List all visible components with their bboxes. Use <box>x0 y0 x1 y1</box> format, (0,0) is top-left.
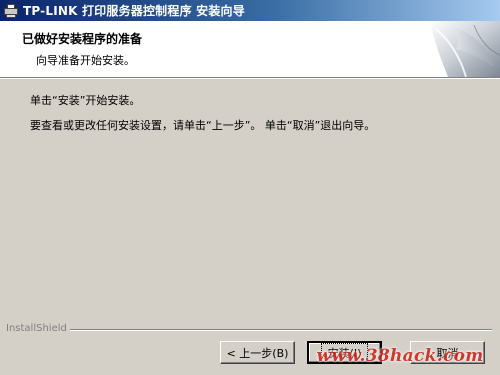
printer-icon <box>3 3 19 19</box>
title-bar[interactable]: TP-LINK 打印服务器控制程序 安装向导 <box>0 0 500 21</box>
page-subtitle: 向导准备开始安装。 <box>36 54 135 67</box>
instruction-install: 单击“安装”开始安装。 <box>30 94 141 107</box>
back-button[interactable]: < 上一步(B) <box>220 341 295 364</box>
header-divider <box>0 78 500 79</box>
installshield-brand: InstallShield <box>6 323 70 334</box>
page-curl-graphic <box>430 21 500 77</box>
footer-separator <box>6 329 492 331</box>
instruction-change-settings: 要查看或更改任何安装设置，请单击“上一步”。 单击“取消”退出向导。 <box>30 119 376 132</box>
wizard-header: 已做好安装程序的准备 向导准备开始安装。 <box>0 21 500 78</box>
cancel-button[interactable]: 取消 <box>410 341 485 364</box>
install-button-label: 安装(I) <box>320 342 369 363</box>
page-title: 已做好安装程序的准备 <box>22 32 143 46</box>
install-button[interactable]: 安装(I) <box>307 341 382 364</box>
window-title: TP-LINK 打印服务器控制程序 安装向导 <box>23 4 245 18</box>
